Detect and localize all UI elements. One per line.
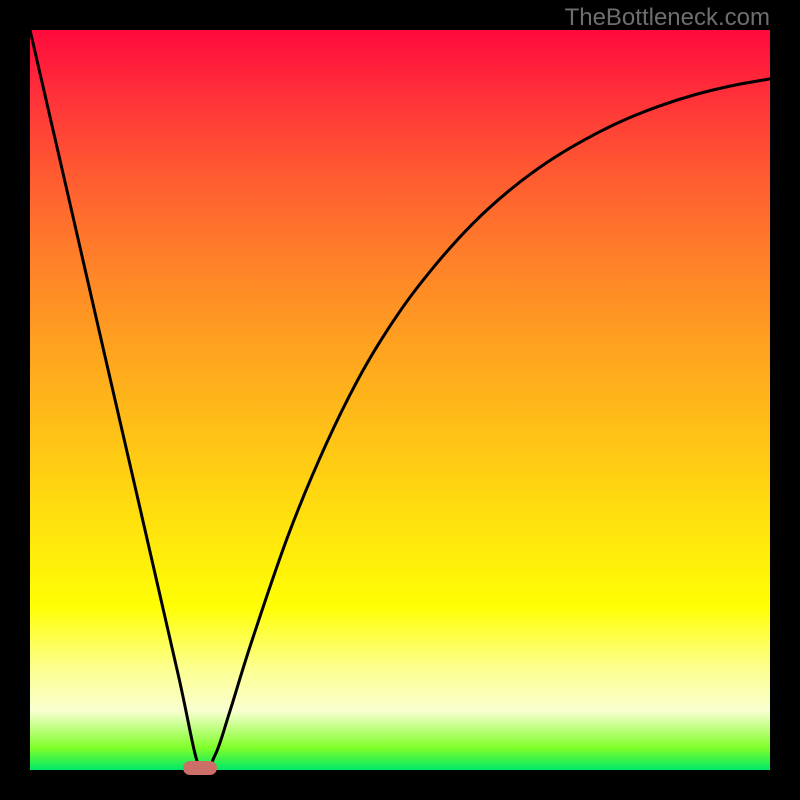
- curve-svg: [30, 30, 770, 770]
- watermark-text: TheBottleneck.com: [565, 4, 770, 32]
- chart-frame: TheBottleneck.com: [0, 0, 800, 800]
- min-marker: [183, 761, 217, 775]
- bottleneck-curve: [30, 30, 770, 770]
- plot-area: [30, 30, 770, 770]
